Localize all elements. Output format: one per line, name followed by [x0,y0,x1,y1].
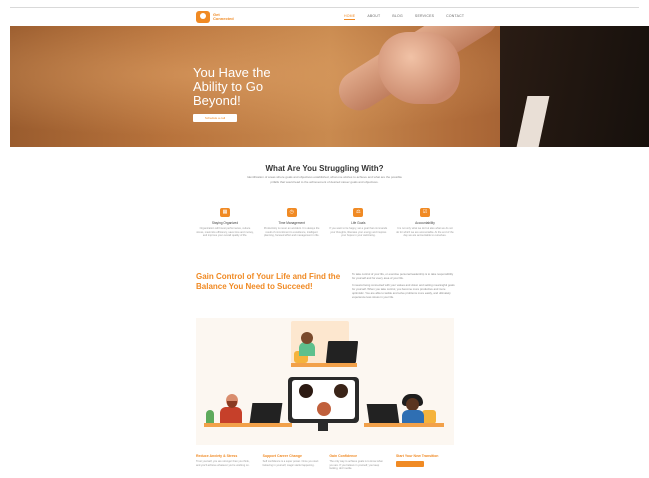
illustration-face [299,384,313,398]
feature-text: If you want to be happy, set a goal that… [329,227,388,238]
nav-blog[interactable]: BLOG [392,14,403,20]
benefit-text: The only way to achieve goals is to know… [329,460,383,471]
benefits-list: Reduce Anxiety & Stress Trust yourself, … [196,454,454,471]
illustration-laptop [366,404,400,423]
scale-icon: ⚖ [353,208,364,217]
illustration-laptop [325,341,359,363]
feature-text: Productivity is never an accident. It is… [263,227,320,238]
benefit-text: Trust yourself, you are stronger than yo… [196,460,250,467]
illustration-desk [204,423,292,427]
feature-item: ◷ Time Management Productivity is never … [263,208,321,238]
illustration-face [317,402,331,416]
illustration-monitor-stand [318,423,328,431]
logo[interactable]: Get Connected [196,11,234,23]
feature-list: ▦ Staying Organized Organization will bo… [196,208,454,238]
illustration-chair [422,410,436,424]
feature-text: Organization will boost performance, red… [196,227,254,238]
illustration-laptop [249,403,283,423]
illustration-face [334,384,348,398]
hero-title: You Have the Ability to Go Beyond! [193,65,271,108]
feature-title: Staying Organized [211,221,239,225]
nav-about[interactable]: ABOUT [367,14,380,20]
illustration-desk [364,423,444,427]
benefit-text: Self confidence is a super power. Once y… [262,460,319,467]
feature-text: It is not only what we do but also what … [396,227,454,238]
nav-services[interactable]: SERVICES [415,14,434,20]
hero-banner [10,26,649,147]
illustration-person-body [402,410,424,423]
feature-title: Time Management [278,221,305,225]
illustration-desk [291,363,357,367]
checklist-icon: ☑ [419,208,430,217]
logo-icon [196,11,210,23]
nav-contact[interactable]: CONTACT [446,14,464,20]
video-call-illustration [196,318,454,445]
feature-item: ⚖ Life Goals If you want to be happy, se… [329,208,387,238]
nav-home[interactable]: HOME [344,14,356,20]
benefit-title: Support Career Change [262,454,302,458]
illustration-person-head [301,332,313,344]
gain-paragraph: It means being connected with your value… [352,283,455,299]
benefit-item: Gain Confidence The only way to achieve … [329,454,387,471]
benefit-item: Reduce Anxiety & Stress Trust yourself, … [196,454,254,471]
calendar-icon: ▦ [220,208,230,217]
feature-title: Accountability [415,221,435,225]
struggle-heading: What Are You Struggling With? [265,164,384,173]
benefit-title: Reduce Anxiety & Stress [196,454,238,458]
feature-title: Life Goals [351,221,366,225]
logo-text: Get Connected [213,11,234,21]
main-nav: HOME ABOUT BLOG SERVICES CONTACT [344,14,464,20]
illustration-person-body [299,342,315,356]
struggle-intro: Identification of areas where goals and … [247,175,402,184]
schedule-call-button[interactable]: Schedule a call [193,114,237,122]
feature-item: ▦ Staying Organized Organization will bo… [196,208,254,238]
hero-image-fist [378,32,460,104]
clock-icon: ◷ [286,208,297,217]
illustration-plant [206,410,214,423]
benefit-title: Gain Confidence [329,454,358,458]
transition-button[interactable] [395,461,424,468]
gain-control-heading: Gain Control of Your Life and Find the B… [196,272,341,291]
benefit-item: Start Your New Transition [395,454,454,471]
benefit-item: Support Career Change Self confidence is… [263,454,321,471]
gain-control-text: To take control of your life, or exercis… [352,272,456,302]
feature-item: ☑ Accountability It is not only what we … [396,208,454,238]
illustration-person-body [220,407,242,423]
benefit-title: Start Your New Transition [395,454,439,458]
site-header: Get Connected HOME ABOUT BLOG SERVICES C… [10,8,639,26]
gain-paragraph: To take control of your life, or exercis… [352,272,454,280]
